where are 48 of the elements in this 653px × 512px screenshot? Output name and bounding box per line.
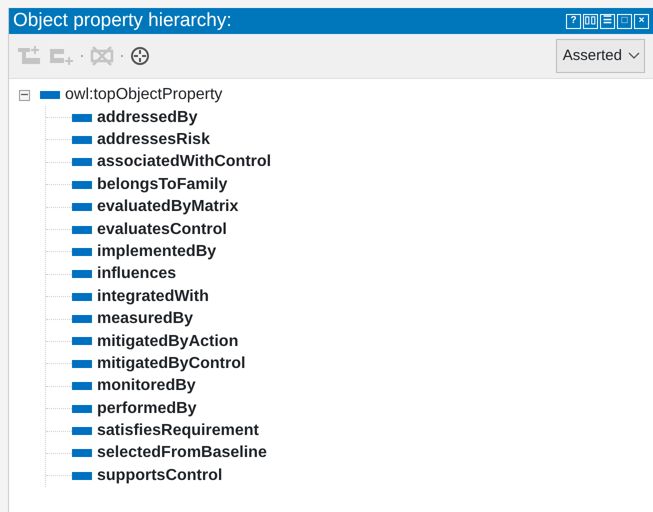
tree-item[interactable]: monitoredBy	[97, 374, 196, 398]
chevron-down-icon	[628, 52, 640, 60]
split-horizontal-button[interactable]: ☰	[600, 14, 615, 28]
tree-item[interactable]: mitigatedByAction	[97, 330, 238, 354]
property-icon	[40, 91, 60, 100]
property-icon	[72, 292, 92, 301]
property-icon	[72, 203, 92, 212]
tree-item[interactable]: influences	[97, 262, 176, 286]
tree-item[interactable]: mitigatedByControl	[97, 352, 246, 376]
separator-dot	[81, 55, 83, 57]
tree-item[interactable]: belongsToFamily	[97, 172, 228, 197]
property-icon	[72, 315, 92, 324]
property-icon	[72, 360, 92, 368]
view-select[interactable]: Asserted	[556, 39, 645, 73]
tree-item[interactable]: evaluatedByMatrix	[97, 195, 238, 220]
property-icon	[72, 382, 92, 390]
tree-item[interactable]: evaluatesControl	[97, 218, 227, 242]
tree-item[interactable]: selectedFromBaseline	[97, 441, 267, 466]
crosshair-button[interactable]	[129, 45, 151, 67]
tree-item[interactable]: owl:topObjectProperty	[65, 83, 222, 108]
window-title: Object property hierarchy:	[13, 8, 233, 33]
tree-item[interactable]: addressesRisk	[97, 128, 210, 152]
property-icon	[72, 337, 92, 346]
tree-item[interactable]: addressedBy	[97, 106, 198, 130]
tree-item[interactable]: measuredBy	[97, 307, 194, 332]
tree-item[interactable]: satisfiesRequirement	[97, 419, 259, 444]
tree-item[interactable]: implementedBy	[97, 240, 216, 264]
property-icon	[72, 449, 92, 458]
property-icon	[72, 114, 92, 122]
property-icon	[72, 180, 92, 189]
property-icon	[72, 270, 92, 278]
tree-item[interactable]: supportsControl	[97, 464, 222, 488]
property-icon	[72, 404, 92, 413]
tree-item[interactable]: associatedWithControl	[97, 150, 272, 174]
maximize-button[interactable]: □	[617, 14, 632, 28]
close-button[interactable]: ×	[634, 14, 649, 28]
property-icon	[72, 136, 92, 144]
tree-item[interactable]: integratedWith	[97, 284, 209, 309]
property-icon	[72, 226, 92, 234]
property-icon	[72, 472, 92, 480]
collapse-toggle[interactable]	[19, 90, 30, 101]
tree-item[interactable]: performedBy	[97, 396, 197, 421]
property-icon	[72, 248, 92, 256]
help-button[interactable]: ?	[566, 14, 581, 28]
property-icon	[72, 158, 92, 166]
separator-dot	[121, 55, 123, 57]
property-icon	[72, 427, 92, 436]
split-vertical-button[interactable]: ▯▯	[583, 14, 598, 28]
